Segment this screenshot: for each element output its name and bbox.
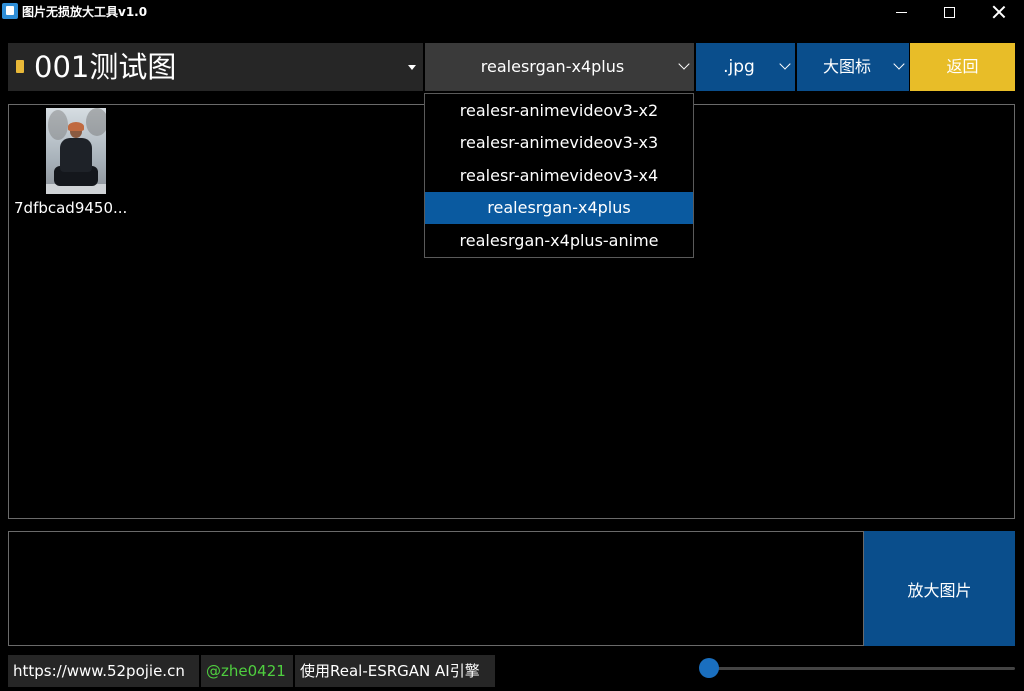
enlarge-image-button[interactable]: 放大图片 xyxy=(864,531,1015,646)
engine-info: 使用Real-ESRGAN AI引擎 xyxy=(295,655,495,687)
minimize-icon xyxy=(895,11,907,13)
view-mode-select-value: 大图标 xyxy=(822,57,871,76)
close-button[interactable] xyxy=(976,0,1022,24)
extension-select[interactable]: .jpg xyxy=(696,43,795,91)
minimize-button[interactable] xyxy=(878,0,924,24)
window-title: 图片无损放大工具v1.0 xyxy=(22,5,148,19)
model-option[interactable]: realesr-animevideov3-x3 xyxy=(425,127,693,159)
file-name: 7dfbcad9450... xyxy=(14,199,128,217)
model-select-value: realesrgan-x4plus xyxy=(480,57,625,76)
site-link[interactable]: https://www.52pojie.cn xyxy=(8,655,199,687)
folder-select[interactable]: 001测试图 xyxy=(8,43,423,91)
maximize-icon xyxy=(943,6,955,18)
slider-track[interactable] xyxy=(708,667,1015,670)
slider-handle[interactable] xyxy=(699,658,719,678)
extension-select-value: .jpg xyxy=(723,57,755,77)
chevron-down-icon xyxy=(678,58,690,70)
title-bar: 图片无损放大工具v1.0 xyxy=(0,0,1024,24)
photo-thumbnail[interactable] xyxy=(46,108,106,194)
folder-label: 001测试图 xyxy=(34,50,177,84)
view-mode-select[interactable]: 大图标 xyxy=(797,43,909,91)
model-option-selected[interactable]: realesrgan-x4plus xyxy=(425,192,693,224)
folder-icon xyxy=(16,60,24,73)
model-option[interactable]: realesr-animevideov3-x4 xyxy=(425,160,693,192)
caret-down-icon xyxy=(408,65,416,70)
model-option[interactable]: realesrgan-x4plus-anime xyxy=(425,225,693,257)
app-icon xyxy=(2,3,18,19)
close-icon xyxy=(992,5,1006,19)
model-dropdown-list: realesr-animevideov3-x2 realesr-animevid… xyxy=(424,93,694,258)
model-select[interactable]: realesrgan-x4plus xyxy=(425,43,694,91)
author-tag[interactable]: @zhe0421 xyxy=(201,655,293,687)
back-button[interactable]: 返回 xyxy=(910,43,1015,91)
model-option[interactable]: realesr-animevideov3-x2 xyxy=(425,95,693,127)
maximize-button[interactable] xyxy=(926,0,972,24)
log-output-panel[interactable] xyxy=(8,531,864,646)
